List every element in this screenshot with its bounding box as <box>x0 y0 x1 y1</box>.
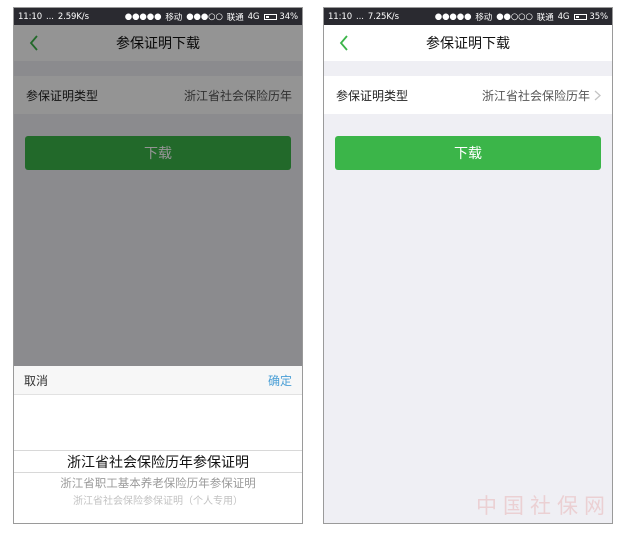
selection-line-top <box>14 450 302 451</box>
status-bar: 11:10 ... 7.25K/s ●●●●● 移动 ●●○○○ 联通 4G 3… <box>324 8 612 25</box>
network-type: 4G <box>247 11 260 22</box>
battery-icon <box>574 13 588 20</box>
carrier2-signal: ●●●○○ <box>186 11 223 22</box>
certificate-type-value: 浙江省社会保险历年 <box>481 88 590 103</box>
picker-option[interactable]: 浙江省职工基本养老保险历年参保证明 <box>14 475 302 491</box>
status-speed: 2.59K/s <box>57 11 89 22</box>
status-right: ●●●●● 移动 ●●○○○ 联通 4G 35% <box>435 11 608 23</box>
status-dots: ... <box>356 11 364 22</box>
carrier1-signal: ●●●●● <box>124 11 162 22</box>
carrier1-name: 移动 <box>165 12 183 23</box>
carrier2-name: 联通 <box>226 12 244 23</box>
picker-cancel-button[interactable]: 取消 <box>24 372 48 389</box>
picker-option-selected[interactable]: 浙江省社会保险历年参保证明 <box>14 452 302 472</box>
carrier2-signal: ●●○○○ <box>496 11 533 22</box>
certificate-type-label: 参保证明类型 <box>336 88 409 103</box>
battery-icon <box>264 13 278 20</box>
carrier2-name: 联通 <box>536 12 554 23</box>
watermark: 中国社保网 <box>476 494 611 518</box>
chevron-right-icon <box>594 89 602 101</box>
picker-confirm-button[interactable]: 确定 <box>268 372 292 389</box>
selection-line-bottom <box>14 472 302 473</box>
certificate-type-picker: 取消 确定 浙江省社会保险历年参保证明 浙江省职工基本养老保险历年参保证明 浙江… <box>14 366 302 523</box>
status-time: 11:10 <box>328 11 352 22</box>
battery-percent: 34% <box>279 11 298 22</box>
status-bar: 11:10 ... 2.59K/s ●●●●● 移动 ●●●○○ 联通 4G 3… <box>14 8 302 25</box>
picker-toolbar: 取消 确定 <box>14 366 302 395</box>
phone-screen-right: 11:10 ... 7.25K/s ●●●●● 移动 ●●○○○ 联通 4G 3… <box>323 7 613 524</box>
certificate-type-row[interactable]: 参保证明类型 浙江省社会保险历年 <box>324 76 612 114</box>
carrier1-signal: ●●●●● <box>434 11 472 22</box>
status-dots: ... <box>46 11 54 22</box>
page-title: 参保证明下载 <box>426 36 510 52</box>
picker-option[interactable]: 浙江省社会保险参保证明（个人专用） <box>14 492 302 507</box>
network-type: 4G <box>557 11 570 22</box>
carrier1-name: 移动 <box>475 12 493 23</box>
picker-wheel[interactable]: 浙江省社会保险历年参保证明 浙江省职工基本养老保险历年参保证明 浙江省社会保险参… <box>14 395 302 523</box>
status-time: 11:10 <box>18 11 42 22</box>
status-right: ●●●●● 移动 ●●●○○ 联通 4G 34% <box>125 11 298 23</box>
nav-bar: 参保证明下载 <box>324 25 612 61</box>
download-button[interactable]: 下载 <box>335 136 601 170</box>
modal-dim-overlay[interactable] <box>14 25 302 366</box>
status-speed: 7.25K/s <box>367 11 399 22</box>
phone-screen-left: 11:10 ... 2.59K/s ●●●●● 移动 ●●●○○ 联通 4G 3… <box>13 7 303 524</box>
battery-percent: 35% <box>589 11 608 22</box>
chevron-left-icon[interactable] <box>334 33 354 53</box>
